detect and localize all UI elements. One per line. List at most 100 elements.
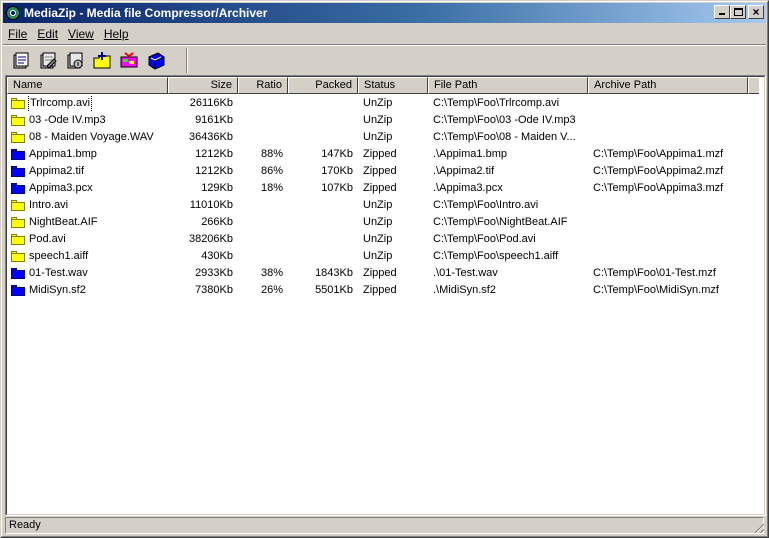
cell-file-path: C:\Temp\Foo\03 -Ode IV.mp3 [433,114,576,126]
cell-file-path: C:\Temp\Foo\08 - Maiden V... [433,131,576,143]
table-row[interactable]: speech1.aiff 430Kb UnZip C:\Temp\Foo\speech… [7,248,764,265]
compress-icon [120,51,137,67]
cell-name[interactable]: Pod.avi [7,231,168,248]
column-header-ratio[interactable]: Ratio [238,77,288,94]
cell-name[interactable]: Appima3.pcx [7,180,168,197]
cell-name[interactable]: Trlrcomp.avi [7,95,168,112]
cell-size: 430Kb [201,250,233,262]
column-header-archive-path[interactable]: Archive Path [588,77,748,94]
file-name: Appima3.pcx [29,182,93,194]
cell-size: 129Kb [201,182,233,194]
file-name: Pod.avi [29,233,66,245]
cell-name[interactable]: 03 -Ode IV.mp3 [7,112,168,129]
cell-ratio [238,214,288,231]
cell-name[interactable]: 01-Test.wav [7,265,168,282]
table-row[interactable]: Appima3.pcx 129Kb 18% 107Kb Zipped .\Appima3.… [7,180,764,197]
cell-name[interactable]: Appima1.bmp [7,146,168,163]
cell-status: UnZip [363,114,393,126]
cell-archive-path [588,129,748,146]
cell-ratio: 26% [260,284,283,296]
table-row[interactable]: NightBeat.AIF 266Kb UnZip C:\Temp\Foo\Night… [7,214,764,231]
column-header-packed[interactable]: Packed [288,77,358,94]
add-files-button[interactable] [90,50,113,72]
file-name: Intro.avi [29,199,69,211]
app-icon[interactable] [6,6,20,20]
zipped-folder-icon [11,166,25,177]
cell-file-path: C:\Temp\Foo\Intro.avi [433,199,539,211]
properties-icon [13,52,28,68]
zipped-folder-icon [11,149,25,160]
menu-edit-label: Edit [37,26,59,41]
cell-name[interactable]: 08 - Maiden Voyage.WAV [7,129,168,146]
column-header-name[interactable]: Name [7,77,168,94]
table-row[interactable]: 03 -Ode IV.mp3 9161Kb UnZip C:\Temp\Foo\03 … [7,112,764,129]
cell-file-path: C:\Temp\Foo\speech1.aiff [433,250,559,262]
cell-ratio: 86% [260,165,283,177]
edit-properties-button[interactable] [36,50,59,72]
cell-archive-path: C:\Temp\Foo\Appima2.mzf [593,165,724,177]
cell-file-path: C:\Temp\Foo\Trlrcomp.avi [433,97,560,109]
table-row[interactable]: Trlrcomp.avi 26116Kb UnZip C:\Temp\Foo\Trlr… [7,95,764,112]
menu-file[interactable]: File [3,27,32,41]
properties-button[interactable] [9,50,32,72]
cell-ratio [238,231,288,248]
cell-ratio: 18% [260,182,283,194]
file-name: Appima1.bmp [29,148,97,160]
cell-status: Zipped [363,284,397,296]
file-name: Trlrcomp.avi [27,95,93,112]
window-title: MediaZip - Media file Compressor/Archive… [24,6,268,20]
maximize-button[interactable] [730,5,746,19]
file-list[interactable]: Name Size Ratio Packed Status File Path … [5,75,766,516]
compress-button[interactable] [117,50,140,72]
cell-ratio [238,95,288,112]
cell-status: Zipped [363,267,397,279]
cell-status: Zipped [363,148,397,160]
column-header-file-path[interactable]: File Path [428,77,588,94]
file-name: Appima2.tif [29,165,85,177]
menu-bar: File Edit View Help [3,24,766,43]
folder-icon [11,251,25,262]
add-files-icon [93,51,110,68]
file-list-viewport[interactable]: Name Size Ratio Packed Status File Path … [6,76,765,515]
cell-archive-path: C:\Temp\Foo\01-Test.mzf [593,267,716,279]
cell-size: 1212Kb [195,165,233,177]
edit-properties-icon [40,52,57,69]
folder-icon [11,98,25,109]
file-name: speech1.aiff [29,250,89,262]
cell-name[interactable]: MidiSyn.sf2 [7,282,168,299]
minimize-button[interactable] [714,5,730,19]
menu-help-label: Help [103,26,129,41]
table-row[interactable]: Appima2.tif 1212Kb 86% 170Kb Zipped .\Appima2… [7,163,764,180]
cell-archive-path [588,112,748,129]
cell-packed: 1843Kb [315,267,353,279]
column-header-status[interactable]: Status [358,77,428,94]
archive-button[interactable] [144,50,167,72]
info-button[interactable] [63,50,86,72]
cell-ratio [238,248,288,265]
cell-archive-path: C:\Temp\Foo\Appima3.mzf [593,182,724,194]
cell-archive-path [588,197,748,214]
table-row[interactable]: Intro.avi 11010Kb UnZip C:\Temp\Foo\Intro.a… [7,197,764,214]
cell-name[interactable]: Intro.avi [7,197,168,214]
title-bar[interactable]: MediaZip - Media file Compressor/Archive… [3,3,766,23]
menu-edit[interactable]: Edit [32,27,63,41]
cell-size: 2933Kb [195,267,233,279]
cell-size: 9161Kb [195,114,233,126]
table-row[interactable]: Appima1.bmp 1212Kb 88% 147Kb Zipped .\Appima1… [7,146,764,163]
cell-name[interactable]: speech1.aiff [7,248,168,265]
main-window: MediaZip - Media file Compressor/Archive… [0,0,769,538]
cell-archive-path: C:\Temp\Foo\Appima1.mzf [593,148,724,160]
menu-help[interactable]: Help [99,27,134,41]
menu-view[interactable]: View [63,27,99,41]
table-row[interactable]: 01-Test.wav 2933Kb 38% 1843Kb Zipped .\01-Tes… [7,265,764,282]
close-icon: × [752,5,760,19]
close-button[interactable]: × [748,5,764,19]
table-row[interactable]: 08 - Maiden Voyage.WAV 36436Kb UnZip C:\Tem… [7,129,764,146]
cell-name[interactable]: Appima2.tif [7,163,168,180]
table-row[interactable]: Pod.avi 38206Kb UnZip C:\Temp\Foo\Pod.avi [7,231,764,248]
cell-packed: 147Kb [321,148,353,160]
table-row[interactable]: MidiSyn.sf2 7380Kb 26% 5501Kb Zipped .\MidiSy… [7,282,764,299]
column-header-size[interactable]: Size [168,77,238,94]
zipped-folder-icon [11,285,25,296]
cell-name[interactable]: NightBeat.AIF [7,214,168,231]
